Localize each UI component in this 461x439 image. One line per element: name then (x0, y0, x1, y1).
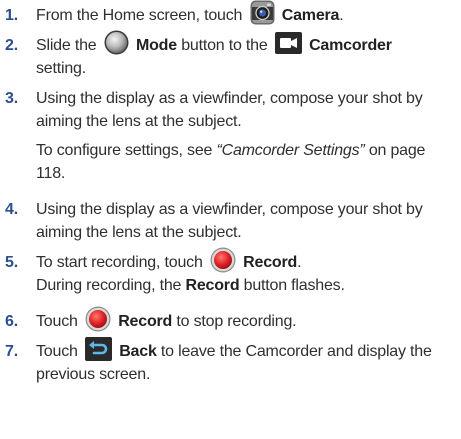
step-note: During recording, the Record button flas… (36, 274, 453, 297)
record-label: Record (243, 254, 298, 271)
record-label: Record (118, 313, 173, 330)
step-2: 2. Slide the Mode button to the Camcorde… (5, 30, 453, 80)
step-note: To configure settings, see “Camcorder Se… (36, 139, 453, 185)
camera-app-icon (250, 0, 275, 25)
instruction-page: 1. From the Home screen, touch Camera. 2… (0, 0, 461, 439)
step-number: 6. (5, 313, 18, 330)
step-6: 6. Touch Record to stop recording. (5, 306, 453, 333)
step-text-end: to stop recording. (176, 313, 297, 330)
record-button-icon (85, 306, 111, 332)
step-text: Using the display as a viewfinder, compo… (36, 90, 423, 130)
step-number: 5. (5, 254, 18, 271)
step-number: 1. (5, 7, 18, 24)
note-text: To configure settings, see (36, 142, 213, 159)
note-text: During recording, the (36, 277, 182, 294)
step-text: Slide the (36, 37, 97, 54)
back-arrow-icon (84, 336, 112, 361)
back-label: Back (119, 343, 157, 360)
step-text: Touch (36, 343, 78, 360)
step-7: 7. Touch Back to leave the Camcorder and… (5, 336, 453, 386)
step-text: To start recording, touch (36, 254, 203, 271)
camera-label: Camera (281, 7, 340, 24)
record-button-icon (210, 247, 236, 273)
mode-toggle-icon (104, 30, 129, 55)
step-number: 7. (5, 343, 18, 360)
step-list: 1. From the Home screen, touch Camera. 2… (5, 0, 453, 386)
step-1: 1. From the Home screen, touch Camera. (5, 0, 453, 27)
mode-label: Mode (135, 37, 177, 54)
settings-reference: “Camcorder Settings” (216, 142, 365, 159)
step-text: From the Home screen, touch (36, 7, 243, 24)
step-text: Using the display as a viewfinder, compo… (36, 201, 423, 241)
step-3: 3. Using the display as a viewfinder, co… (5, 87, 453, 185)
step-text: button to the (181, 37, 268, 54)
step-number: 2. (5, 37, 18, 54)
step-text: Touch (36, 313, 78, 330)
step-number: 4. (5, 201, 18, 218)
step-4: 4. Using the display as a viewfinder, co… (5, 198, 453, 244)
step-number: 3. (5, 90, 18, 107)
camcorder-label: Camcorder (309, 37, 392, 54)
step-text-end: setting. (36, 60, 86, 77)
step-text-end: . (297, 254, 302, 271)
step-text-end: . (339, 7, 344, 24)
step-5: 5. To start recording, touch Record. Dur… (5, 247, 453, 297)
camcorder-icon (274, 31, 302, 54)
note-text-end: button flashes. (243, 277, 345, 294)
record-label: Record (185, 277, 240, 294)
